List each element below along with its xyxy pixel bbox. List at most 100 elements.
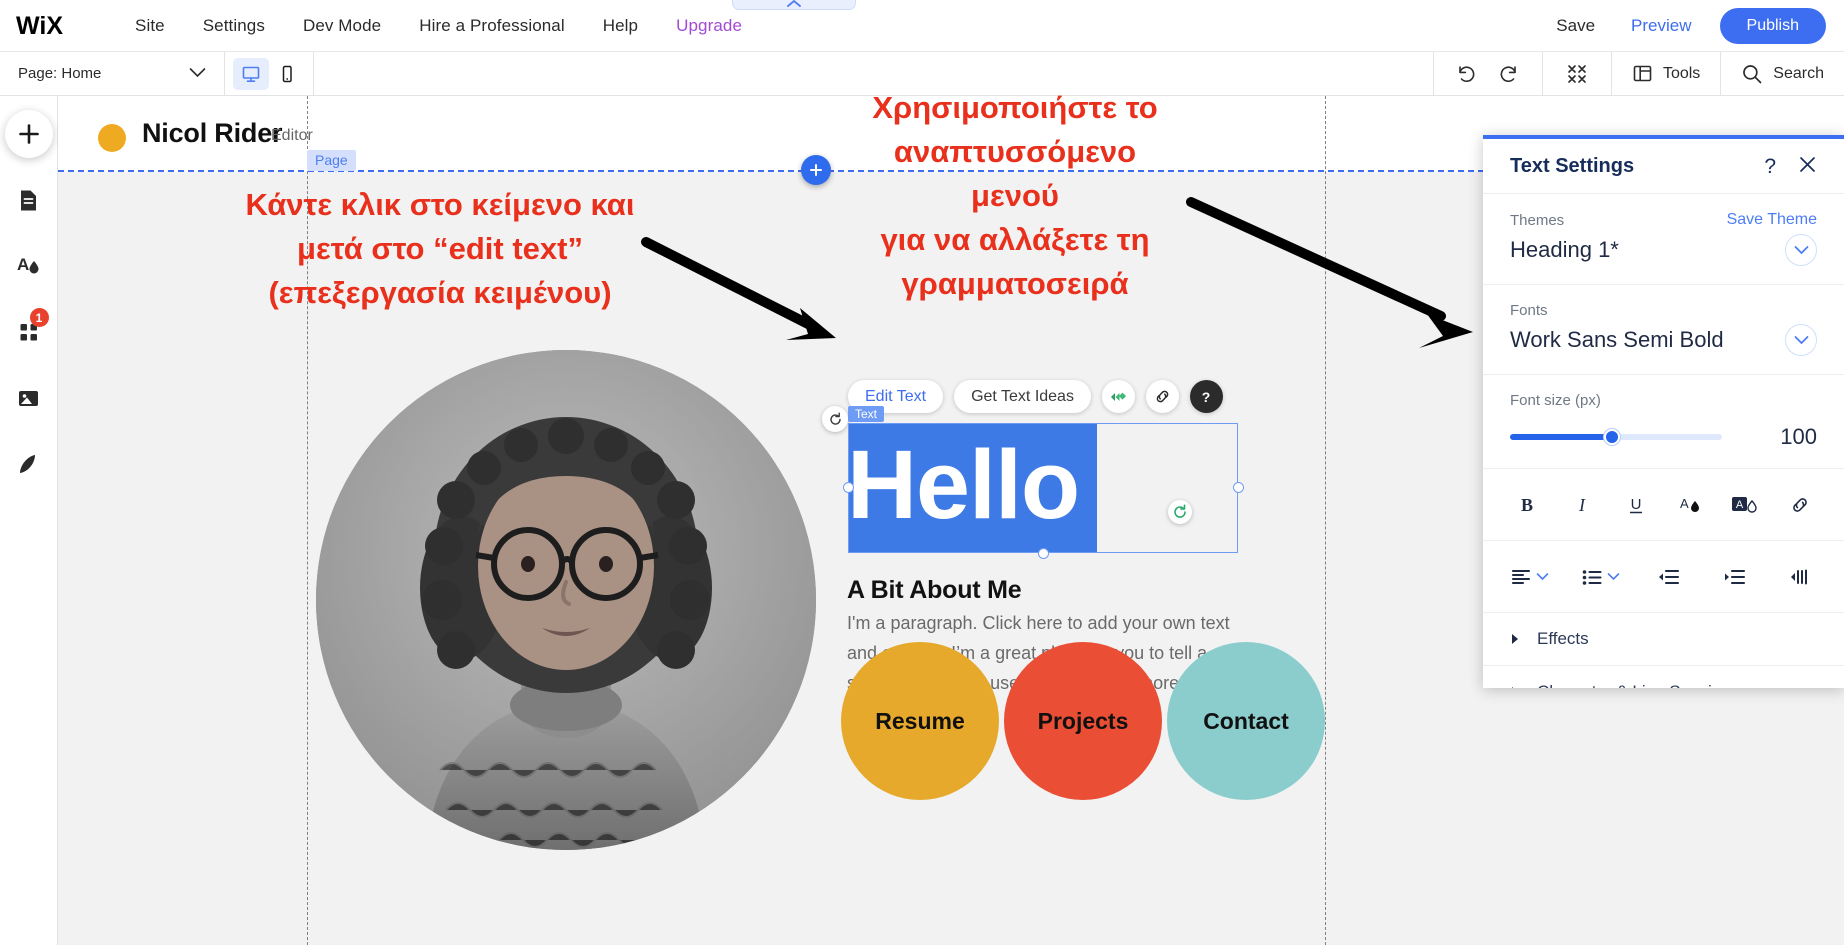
tools-label: Tools	[1662, 64, 1701, 82]
link-format-button[interactable]	[1783, 488, 1817, 522]
fonts-label: Fonts	[1510, 302, 1548, 319]
font-size-slider-fill	[1510, 434, 1612, 440]
resize-handle-left[interactable]	[843, 482, 854, 493]
svg-text:WiX: WiX	[16, 13, 63, 39]
outdent-icon	[1659, 569, 1680, 584]
page-value: Home	[61, 65, 102, 82]
bold-button[interactable]: B	[1510, 488, 1544, 522]
viewport-toggles	[225, 52, 313, 96]
close-icon[interactable]	[1798, 155, 1817, 178]
menu-item-hire-a-professional[interactable]: Hire a Professional	[400, 16, 584, 36]
text-widget-toolbar: Edit Text Get Text Ideas ?	[848, 380, 1223, 413]
toolbar-divider-2	[313, 51, 314, 96]
brand-dot-icon	[98, 124, 126, 152]
wix-logo[interactable]: WiX	[14, 9, 78, 43]
text-align-button[interactable]	[1510, 567, 1549, 587]
heading-text[interactable]: Hello	[847, 426, 1080, 544]
resize-handle-bottom[interactable]	[1038, 548, 1049, 559]
menu-item-settings[interactable]: Settings	[184, 16, 284, 36]
rotate-handle[interactable]	[1168, 500, 1192, 524]
zoom-out-group	[1543, 52, 1611, 96]
history-buttons	[1434, 52, 1542, 96]
sidebar-item-pages[interactable]	[5, 176, 53, 224]
menu-item-upgrade[interactable]: Upgrade	[657, 16, 761, 36]
annotation-left-text: Κάντε κλικ στο κείμενο και μετά στο “edi…	[245, 187, 635, 310]
sidebar-item-media[interactable]	[5, 374, 53, 422]
add-element-button[interactable]	[4, 110, 53, 158]
highlight-color-button[interactable]: A	[1728, 488, 1762, 522]
add-section-button[interactable]	[801, 155, 831, 185]
redo-button[interactable]	[1488, 58, 1528, 90]
text-direction-icon	[1791, 569, 1807, 584]
font-size-label: Font size (px)	[1510, 392, 1601, 409]
editor-toolbar-right: Tools Search	[1432, 51, 1844, 96]
text-color-button[interactable]: A	[1674, 488, 1708, 522]
chevron-down-icon	[1536, 573, 1549, 581]
tools-button[interactable]: Tools	[1612, 52, 1720, 96]
accordion-character-line-spacing-label: Character & Line Spacing	[1537, 682, 1731, 688]
font-dropdown-button[interactable]	[1785, 324, 1817, 356]
menu-item-dev-mode[interactable]: Dev Mode	[284, 16, 400, 36]
italic-icon: I	[1578, 495, 1586, 515]
menu-item-site[interactable]: Site	[116, 16, 184, 36]
link-button[interactable]	[1145, 380, 1179, 413]
save-theme-link[interactable]: Save Theme	[1727, 211, 1817, 229]
sidebar-item-blog[interactable]	[5, 440, 53, 488]
highlight-color-icon: A	[1732, 496, 1758, 513]
svg-text:?: ?	[1202, 389, 1211, 405]
main-menu: Site Settings Dev Mode Hire a Profession…	[116, 16, 761, 36]
fonts-section: Fonts Work Sans Semi Bold	[1483, 285, 1844, 375]
font-size-slider[interactable]	[1510, 429, 1722, 445]
theme-dropdown-button[interactable]	[1785, 234, 1817, 266]
plus-icon	[18, 124, 39, 144]
themes-section: Themes Save Theme Heading 1*	[1483, 194, 1844, 285]
desktop-view-button[interactable]	[233, 57, 269, 90]
text-settings-panel[interactable]: Text Settings ? Themes Save Theme Headin…	[1483, 135, 1844, 688]
blog-icon	[20, 454, 35, 473]
get-text-ideas-button[interactable]: Get Text Ideas	[954, 380, 1091, 413]
animation-icon	[1111, 392, 1127, 401]
character-format-row: B I U A A	[1483, 469, 1844, 541]
menu-item-help[interactable]: Help	[584, 16, 657, 36]
element-type-label: Text	[848, 406, 885, 422]
themes-label: Themes	[1510, 211, 1565, 229]
text-direction-button[interactable]	[1783, 560, 1817, 594]
accordion-effects[interactable]: Effects	[1483, 613, 1844, 666]
triangle-right-icon	[1512, 687, 1514, 688]
preview-button[interactable]: Preview	[1613, 16, 1709, 36]
italic-button[interactable]: I	[1565, 488, 1599, 522]
undo-button[interactable]	[1448, 58, 1488, 90]
chevron-up-icon	[787, 0, 801, 7]
sidebar-item-apps[interactable]: 1	[5, 308, 53, 356]
page-selector[interactable]: Page: Home	[0, 52, 224, 96]
sidebar-item-theme[interactable]: A	[5, 242, 53, 290]
circle-button-resume[interactable]: Resume	[841, 642, 999, 800]
about-title[interactable]: A Bit About Me	[847, 576, 1022, 605]
publish-button[interactable]: Publish	[1719, 7, 1826, 44]
profile-photo[interactable]	[316, 350, 816, 850]
circle-button-contact[interactable]: Contact	[1167, 642, 1325, 800]
chevron-down-icon	[1794, 336, 1808, 345]
indent-button[interactable]	[1717, 560, 1751, 594]
circle-button-projects[interactable]: Projects	[1004, 642, 1162, 800]
accordion-character-line-spacing[interactable]: Character & Line Spacing	[1483, 666, 1844, 688]
animation-button[interactable]	[1101, 380, 1135, 413]
underline-button[interactable]: U	[1619, 488, 1653, 522]
collapse-toolbar-tab[interactable]	[732, 0, 856, 10]
mobile-view-button[interactable]	[269, 58, 305, 90]
question-mark-icon[interactable]: ?	[1764, 156, 1776, 177]
chevron-down-icon	[1794, 246, 1808, 255]
help-button[interactable]: ?	[1189, 380, 1223, 413]
search-icon	[1743, 64, 1762, 83]
resize-handle-right[interactable]	[1233, 482, 1244, 493]
save-button[interactable]: Save	[1538, 16, 1613, 36]
font-size-slider-knob[interactable]	[1603, 429, 1620, 445]
search-button[interactable]: Search	[1721, 52, 1844, 96]
reset-rotation-button[interactable]	[822, 406, 848, 432]
outdent-button[interactable]	[1652, 560, 1686, 594]
link-icon	[1793, 497, 1807, 512]
zoom-out-button[interactable]	[1557, 58, 1597, 90]
bullet-list-button[interactable]	[1581, 567, 1620, 587]
accordion-effects-label: Effects	[1537, 629, 1589, 648]
paragraph-format-row	[1483, 541, 1844, 613]
